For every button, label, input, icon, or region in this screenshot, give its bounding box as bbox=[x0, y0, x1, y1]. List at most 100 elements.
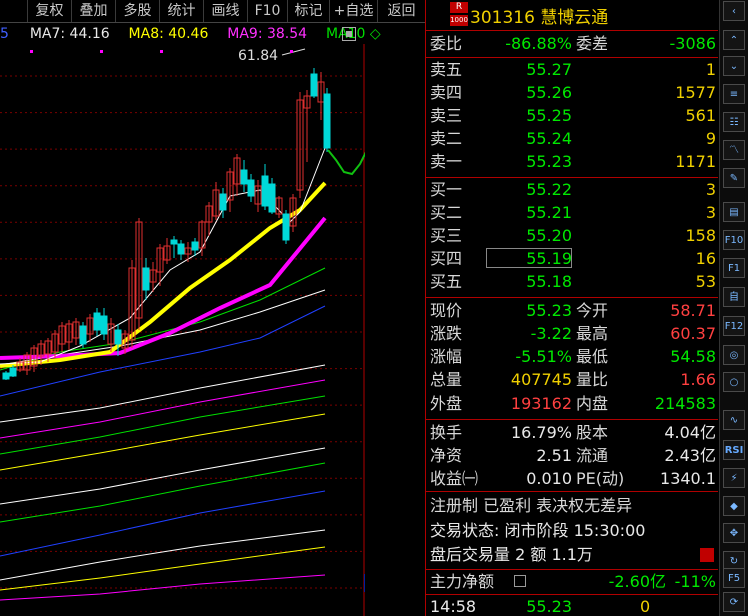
stock-name: 慧博云通 bbox=[540, 8, 609, 28]
candle-body bbox=[240, 169, 248, 185]
weibi-row: 委比 -86.88% 委差 -3086 bbox=[426, 31, 718, 56]
chevron-up-icon[interactable]: ⌃ bbox=[723, 30, 745, 50]
rsi-icon[interactable]: RSI bbox=[723, 440, 745, 460]
moving-average-line bbox=[0, 529, 326, 581]
candle-body bbox=[191, 241, 199, 251]
move-icon[interactable]: ✥ bbox=[723, 523, 745, 543]
ask-row[interactable]: 卖一 55.23 1171 bbox=[426, 150, 718, 173]
bid-row[interactable]: 买五 55.18 53 bbox=[426, 270, 718, 293]
candle-body bbox=[79, 325, 87, 345]
ma-marker bbox=[100, 50, 103, 53]
toolbar-back-button[interactable]: 返回 bbox=[378, 0, 425, 22]
moving-average-line bbox=[0, 447, 326, 505]
toolbar-f10-button[interactable]: F10 bbox=[248, 0, 288, 22]
bid-row[interactable]: 买三 55.20 158 bbox=[426, 224, 718, 247]
self-select-icon[interactable]: 自 bbox=[723, 287, 745, 307]
ma-marker bbox=[160, 50, 163, 53]
quote-row: 涨跌 -3.22 最高 60.37 bbox=[430, 324, 716, 343]
toolbar-mark-button[interactable]: 标记 bbox=[288, 0, 330, 22]
candle-body bbox=[170, 239, 178, 245]
quote-row: 外盘 193162 内盘 214583 bbox=[430, 394, 716, 413]
info-panel: 注册制 已盈利 表决权无差异 交易状态: 闭市阶段 15:30:00 盘后交易量… bbox=[426, 492, 718, 568]
weicha-value: -3086 bbox=[669, 34, 717, 53]
ask-row[interactable]: 卖二 55.24 9 bbox=[426, 127, 718, 150]
bid-row[interactable]: 买二 55.21 3 bbox=[426, 201, 718, 224]
weibi-value: -86.88% bbox=[505, 34, 572, 53]
candle-body bbox=[142, 267, 150, 291]
ma7-label: MA7: 44.16 bbox=[29, 26, 110, 42]
ask-row[interactable]: 卖五 55.27 1 bbox=[426, 58, 718, 81]
ask-book: 卖五 55.27 1 卖四 55.26 1577 卖三 55.25 561 卖二 55.24 9… bbox=[426, 58, 718, 176]
circle2-icon[interactable]: ○ bbox=[723, 372, 745, 392]
f10-icon[interactable]: F10 bbox=[723, 230, 745, 250]
right-toolbar: ‹ ⌃ ⌄ ≡ ☷ 〽 ✎ ▤ F10 F1 自 F12 ◎ ○ ∿ RSI ⚡… bbox=[719, 0, 748, 616]
chart-icon[interactable] bbox=[700, 548, 714, 562]
candle-body bbox=[2, 372, 10, 380]
spark-icon[interactable]: ⚡ bbox=[723, 468, 745, 488]
finance-panel: 换手 16.79% 股本 4.04亿 净资 2.51 流通 2.43亿 收益㈠ 0.010 PE… bbox=[426, 420, 718, 490]
toolbar-add-watchlist-button[interactable]: +自选 bbox=[330, 0, 378, 22]
candle-body bbox=[219, 193, 227, 211]
candle-body bbox=[310, 73, 318, 97]
toolbar-multi-stock-button[interactable]: 多股 bbox=[116, 0, 160, 22]
list-icon[interactable]: ☷ bbox=[723, 112, 745, 132]
high-marker-arrow bbox=[281, 48, 306, 56]
moving-average-line bbox=[0, 379, 326, 439]
moving-average-line bbox=[0, 216, 327, 360]
weicha-label: 委差 bbox=[576, 34, 609, 53]
quote-row: 涨幅 -5.51% 最低 54.58 bbox=[430, 347, 716, 366]
bid-row[interactable]: 买一 55.22 3 bbox=[426, 178, 718, 201]
tick-row: 14:58 55.23 0 bbox=[426, 595, 718, 616]
chart-toolbar: 复权 叠加 多股 统计 画线 F10 标记 +自选 返回 bbox=[0, 0, 425, 23]
low-price-box bbox=[364, 574, 365, 592]
capital-row[interactable]: 主力净额 -2.60亿 -11% bbox=[426, 570, 718, 593]
menu-icon[interactable] bbox=[514, 575, 526, 587]
high-marker-label: 61.84 bbox=[238, 48, 278, 64]
toolbar-fuquan-button[interactable]: 复权 bbox=[28, 0, 72, 22]
ma-legend: 5 MA7: 44.16 MA8: 40.46 MA9: 38.54 MA10 … bbox=[0, 24, 381, 44]
f5-icon[interactable]: F5 bbox=[723, 568, 745, 588]
f12-icon[interactable]: F12 bbox=[723, 316, 745, 336]
stock-badges: R 1000 bbox=[450, 2, 468, 28]
ask-row[interactable]: 卖四 55.26 1577 bbox=[426, 81, 718, 104]
toolbar-draw-button[interactable]: 画线 bbox=[204, 0, 248, 22]
wave-icon[interactable]: ∿ bbox=[723, 410, 745, 430]
chevron-down-icon[interactable]: ⌄ bbox=[723, 56, 745, 76]
candle-body bbox=[93, 312, 101, 331]
capital-pct: -11% bbox=[674, 572, 716, 591]
quote-row: 总量 407745 量比 1.66 bbox=[430, 370, 716, 389]
toolbar-spacer bbox=[0, 0, 28, 22]
bid-book: 买一 55.22 3 买二 55.21 3 买三 55.20 158 买四 55.19 16 … bbox=[426, 178, 718, 296]
pencil-icon[interactable]: ✎ bbox=[723, 168, 745, 188]
candle-body bbox=[261, 175, 269, 207]
candle-body bbox=[9, 367, 17, 377]
diamond-icon[interactable]: ◆ bbox=[723, 496, 745, 516]
toolbar-overlay-button[interactable]: 叠加 bbox=[72, 0, 116, 22]
drawn-trend-line bbox=[327, 149, 365, 176]
ask-row[interactable]: 卖三 55.25 561 bbox=[426, 104, 718, 127]
circle-icon[interactable]: ◎ bbox=[723, 345, 745, 365]
bid-row-selected[interactable]: 买四 55.19 16 bbox=[426, 247, 718, 270]
moving-average-line bbox=[0, 364, 326, 423]
chevron-left-icon[interactable]: ‹ bbox=[723, 1, 745, 21]
chart-settings-icon[interactable] bbox=[342, 27, 356, 41]
tick-volume: 0 bbox=[640, 597, 651, 616]
kline-chart[interactable]: 60.0057.5055.0052.5050.0047.5045.0042.50… bbox=[0, 44, 365, 616]
stock-code: 301316 bbox=[470, 8, 535, 28]
moving-average-line bbox=[0, 490, 326, 557]
chart-icon[interactable]: 〽 bbox=[723, 140, 745, 160]
moving-average-line bbox=[0, 305, 326, 397]
trade-status: 交易状态: 闭市阶段 15:30:00 bbox=[430, 521, 646, 540]
toolbar-stats-button[interactable]: 统计 bbox=[160, 0, 204, 22]
menu-icon[interactable]: ≡ bbox=[723, 84, 745, 104]
refresh2-icon[interactable]: ⟳ bbox=[723, 592, 745, 612]
moving-average-line bbox=[0, 546, 326, 591]
card-icon[interactable]: ▤ bbox=[723, 202, 745, 222]
candle-body bbox=[114, 329, 122, 345]
ma10-diamond-icon: ◇ bbox=[369, 26, 381, 42]
market-badge: 1000 bbox=[450, 15, 468, 26]
capital-value: -2.60亿 bbox=[608, 572, 666, 591]
quote-row: 现价 55.23 今开 58.71 bbox=[430, 301, 716, 320]
f1-icon[interactable]: F1 bbox=[723, 258, 745, 278]
candle-body bbox=[268, 183, 276, 213]
